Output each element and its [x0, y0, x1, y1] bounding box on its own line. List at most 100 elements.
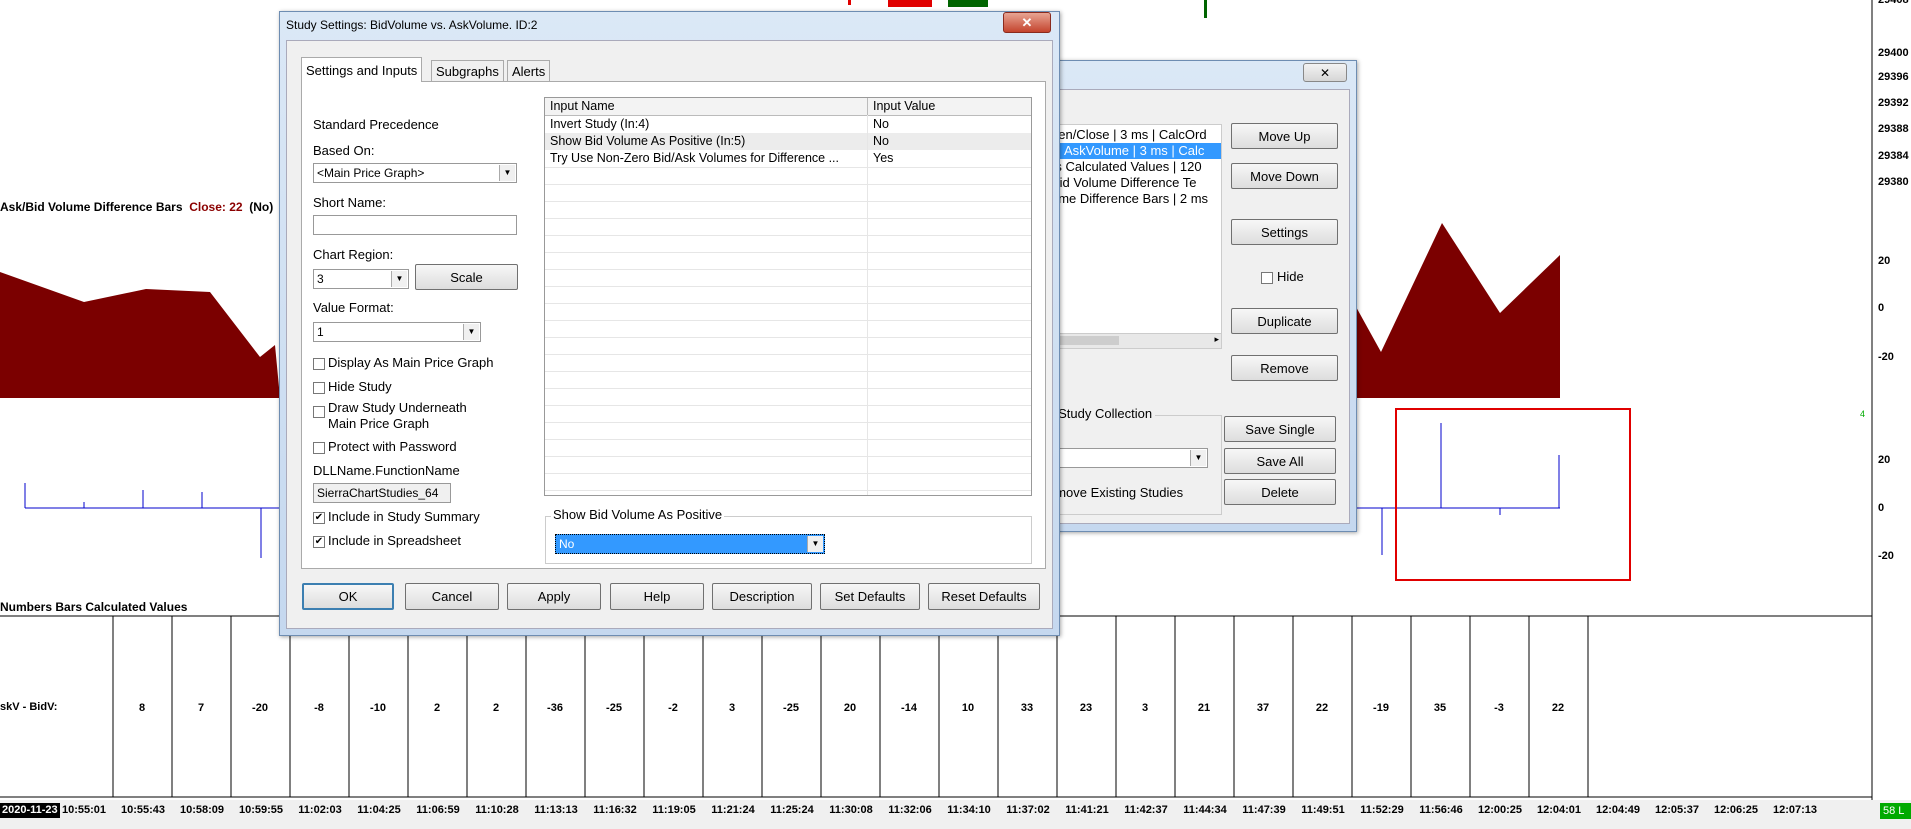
list-item[interactable]: rs Calculated Values | 120: [1051, 159, 1202, 175]
grid-line: [545, 456, 1031, 457]
close-icon[interactable]: ✕: [1303, 63, 1347, 82]
lower-tick: 0: [1878, 502, 1885, 514]
numbers-bar-value: -10: [370, 702, 386, 714]
grid-row-selected[interactable]: Show Bid Volume As Positive (In:5) No: [545, 133, 1031, 150]
duplicate-button[interactable]: Duplicate: [1231, 308, 1338, 334]
set-defaults-button[interactable]: Set Defaults: [820, 583, 920, 610]
time-tick: 11:16:32: [593, 804, 637, 816]
include-spreadsheet-checkbox[interactable]: ✔: [313, 536, 325, 548]
input-value-cell[interactable]: No: [873, 117, 889, 131]
numbers-bars-title: Numbers Bars Calculated Values: [0, 600, 188, 614]
grid-line: [545, 252, 1031, 253]
tab-alerts[interactable]: Alerts: [507, 60, 551, 82]
reset-defaults-button[interactable]: Reset Defaults: [928, 583, 1040, 610]
numbers-bar-value: 2: [433, 702, 441, 714]
grid-line: [545, 439, 1031, 440]
save-all-button[interactable]: Save All: [1224, 448, 1336, 474]
price-tick: 29388: [1878, 123, 1909, 135]
inputs-grid[interactable]: Input Name Input Value Invert Study (In:…: [544, 97, 1032, 496]
chevron-down-icon[interactable]: ▼: [1190, 450, 1206, 466]
numbers-bar-value: -25: [783, 702, 799, 714]
time-tick: 11:56:46: [1419, 804, 1463, 816]
time-tick: 10:55:43: [120, 804, 166, 816]
list-item[interactable]: pen/Close | 3 ms | CalcOrd: [1051, 127, 1207, 143]
input-value-cell[interactable]: No: [873, 134, 889, 148]
studies-list[interactable]: pen/Close | 3 ms | CalcOrd s. AskVolume …: [1048, 124, 1222, 349]
time-tick: 11:32:06: [888, 804, 932, 816]
close-icon[interactable]: ✕: [1003, 12, 1051, 33]
input-name-cell: Try Use Non-Zero Bid/Ask Volumes for Dif…: [550, 151, 839, 165]
ok-button[interactable]: OK: [302, 583, 394, 610]
grid-line: [545, 405, 1031, 406]
time-tick: 11:25:24: [770, 804, 814, 816]
upper-tick: 0: [1878, 302, 1885, 314]
upper-tick: 20: [1878, 255, 1891, 267]
chevron-down-icon[interactable]: ▼: [807, 536, 823, 552]
protect-password-checkbox[interactable]: [313, 442, 325, 454]
grid-line: [545, 371, 1031, 372]
input-name-cell: Invert Study (In:4): [550, 117, 650, 131]
value-format-select[interactable]: 1 ▼: [313, 322, 481, 342]
apply-button[interactable]: Apply: [507, 583, 601, 610]
list-item[interactable]: ume Difference Bars | 2 ms: [1051, 191, 1208, 207]
grid-line: [545, 337, 1031, 338]
dll-field[interactable]: SierraChartStudies_64: [313, 483, 451, 503]
include-summary-checkbox[interactable]: ✔: [313, 512, 325, 524]
numbers-bar-value: 35: [1433, 702, 1447, 714]
numbers-bar-value: -19: [1373, 702, 1389, 714]
save-single-button[interactable]: Save Single: [1224, 416, 1336, 442]
chart-studies-window: ✕ pen/Close | 3 ms | CalcOrd s. AskVolum…: [1040, 60, 1357, 532]
tab-settings-and-inputs[interactable]: Settings and Inputs: [301, 57, 423, 82]
grid-line: [545, 218, 1031, 219]
include-summary-label: Include in Study Summary: [328, 509, 480, 524]
display-as-main-checkbox[interactable]: [313, 358, 325, 370]
remove-button[interactable]: Remove: [1231, 355, 1338, 381]
price-tick: 29392: [1878, 97, 1909, 109]
grid-row[interactable]: Try Use Non-Zero Bid/Ask Volumes for Dif…: [545, 150, 1031, 167]
hide-study-checkbox[interactable]: [313, 382, 325, 394]
based-on-select[interactable]: <Main Price Graph> ▼: [313, 163, 517, 183]
move-down-button[interactable]: Move Down: [1231, 163, 1338, 189]
grid-header: Input Name Input Value: [545, 98, 1031, 116]
grid-row[interactable]: Invert Study (In:4) No: [545, 116, 1031, 133]
close-value: 22: [229, 200, 243, 214]
move-up-button[interactable]: Move Up: [1231, 123, 1338, 149]
candle-fragment: [848, 0, 851, 5]
time-tick: 10:58:09: [179, 804, 225, 816]
display-as-main-label: Display As Main Price Graph: [328, 355, 494, 370]
collection-label: s Study Collection: [1048, 406, 1156, 421]
hide-checkbox[interactable]: [1261, 272, 1273, 284]
status-badge: 58 L: [1880, 803, 1911, 819]
study-flag: (No): [249, 200, 274, 214]
numbers-bar-value: 8: [138, 702, 146, 714]
time-tick: 11:30:08: [829, 804, 873, 816]
input-value-select[interactable]: No ▼: [555, 534, 825, 554]
horizontal-scrollbar[interactable]: ▸: [1049, 333, 1221, 348]
time-tick: 11:52:29: [1360, 804, 1404, 816]
collection-select[interactable]: ▼: [1048, 448, 1208, 468]
study-settings-window: Study Settings: BidVolume vs. AskVolume.…: [279, 11, 1060, 636]
numbers-bar-value: -3: [1494, 702, 1504, 714]
chevron-down-icon[interactable]: ▼: [499, 165, 515, 181]
dialog-body: Settings and Inputs Subgraphs Alerts Sta…: [286, 40, 1053, 629]
time-tick: 10:55:01: [61, 804, 107, 816]
help-button[interactable]: Help: [610, 583, 704, 610]
value-format-value: 1: [317, 325, 324, 339]
scale-button[interactable]: Scale: [415, 264, 518, 290]
description-button[interactable]: Description: [712, 583, 812, 610]
chevron-down-icon[interactable]: ▼: [391, 271, 407, 287]
list-item-selected[interactable]: s. AskVolume | 3 ms | Calc: [1049, 143, 1221, 159]
draw-underneath-checkbox[interactable]: [313, 406, 325, 418]
chart-region-select[interactable]: 3 ▼: [313, 269, 409, 289]
tab-subgraphs[interactable]: Subgraphs: [431, 60, 504, 82]
candle-wick: [1204, 0, 1207, 18]
delete-button[interactable]: Delete: [1224, 479, 1336, 505]
input-value-cell[interactable]: Yes: [873, 151, 893, 165]
volume-difference-area-right: [1355, 223, 1560, 398]
cancel-button[interactable]: Cancel: [405, 583, 499, 610]
short-name-input[interactable]: [313, 215, 517, 235]
settings-button[interactable]: Settings: [1231, 219, 1338, 245]
scroll-right-icon[interactable]: ▸: [1214, 334, 1219, 345]
list-item[interactable]: Bid Volume Difference Te: [1051, 175, 1197, 191]
chevron-down-icon[interactable]: ▼: [463, 324, 479, 340]
